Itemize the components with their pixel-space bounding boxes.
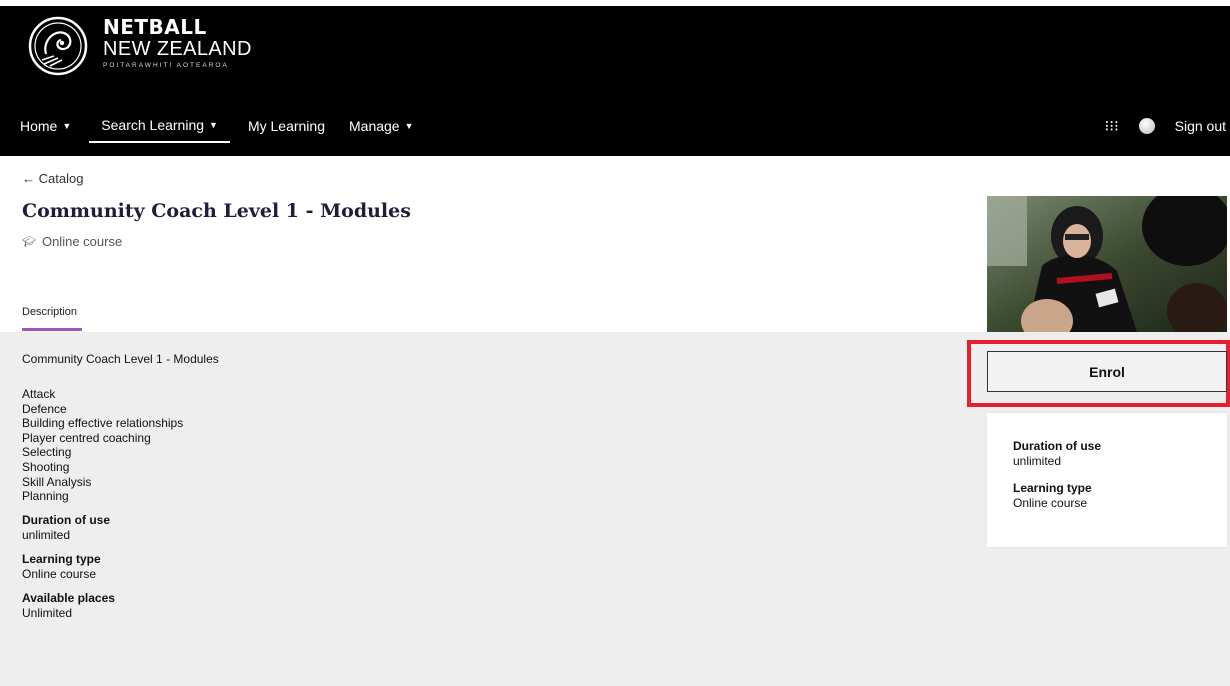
- nav-manage-label: Manage: [349, 118, 400, 134]
- list-item: Shooting: [22, 459, 70, 474]
- top-header: NETBALL NEW ZEALAND POITARAWHITI AOTEARO…: [0, 0, 1230, 156]
- sign-out-link[interactable]: Sign out: [1175, 118, 1226, 134]
- card-gap: [1013, 469, 1201, 481]
- nav-manage[interactable]: Manage ▼: [337, 109, 426, 143]
- brand-line-2: NEW ZEALAND: [103, 38, 252, 60]
- list-item: Attack: [22, 387, 56, 401]
- course-info-card: Duration of use unlimited Learning type …: [987, 413, 1227, 547]
- main-nav: Home ▼ Search Learning ▼ My Learning Man…: [0, 108, 426, 144]
- list-item: Player centred coaching: [22, 430, 151, 445]
- course-type-label: Online course: [41, 234, 123, 249]
- caret-down-icon: ▼: [209, 120, 218, 130]
- app-grid-icon[interactable]: ⁝⁝⁝: [1101, 115, 1123, 137]
- netball-nz-logo-icon[interactable]: [28, 16, 88, 76]
- hero-photo-illustration: [987, 196, 1227, 332]
- card-duration-value: unlimited: [1013, 454, 1062, 468]
- course-type: 🎓︎ Online course: [22, 234, 122, 249]
- brand-wordmark[interactable]: NETBALL NEW ZEALAND POITARAWHITI AOTEARO…: [103, 16, 252, 69]
- card-duration-label: Duration of use: [1013, 439, 1102, 453]
- learning-type-value: Online course: [22, 566, 97, 581]
- course-hero-image: [987, 196, 1227, 332]
- available-places-value: Unlimited: [22, 605, 73, 620]
- description-content: Community Coach Level 1 - Modules Attack…: [22, 352, 219, 621]
- nav-right: ⁝⁝⁝ Sign out: [1101, 108, 1230, 144]
- graduation-cap-icon: 🎓︎: [22, 236, 36, 248]
- available-places-label: Available places: [22, 590, 115, 605]
- user-avatar[interactable]: [1138, 118, 1155, 134]
- list-item: Selecting: [22, 445, 72, 460]
- brand-line-1: NETBALL: [103, 15, 207, 39]
- nav-my-learning[interactable]: My Learning: [236, 109, 337, 143]
- nav-search-learning[interactable]: Search Learning ▼: [89, 109, 230, 143]
- nav-search-learning-label: Search Learning: [101, 117, 205, 133]
- description-heading: Community Coach Level 1 - Modules: [22, 352, 219, 366]
- enrol-button[interactable]: Enrol: [987, 351, 1227, 392]
- course-title: Community Coach Level 1 - Modules: [22, 200, 411, 222]
- duration-value: unlimited: [22, 527, 71, 542]
- nav-home-label: Home: [20, 118, 58, 134]
- nav-home[interactable]: Home ▼: [0, 109, 83, 143]
- caret-down-icon: ▼: [62, 121, 72, 131]
- list-item: Planning: [22, 489, 69, 504]
- brand-line-3: POITARAWHITI AOTEAROA: [103, 62, 229, 69]
- learning-type-label: Learning type: [22, 551, 101, 566]
- learning-type-block: Learning type Online course: [22, 552, 219, 582]
- list-item: Defence: [22, 401, 67, 416]
- available-places-block: Available places Unlimited: [22, 591, 219, 621]
- nav-my-learning-label: My Learning: [247, 118, 325, 134]
- list-item: Building effective relationships: [22, 416, 184, 431]
- back-to-catalog-link[interactable]: ← Catalog: [22, 171, 83, 186]
- card-learning-type-value: Online course: [1013, 496, 1088, 510]
- duration-label: Duration of use: [22, 512, 111, 527]
- caret-down-icon: ▼: [404, 121, 414, 131]
- tab-description[interactable]: Description: [22, 306, 82, 331]
- card-learning-type-label: Learning type: [1013, 481, 1092, 495]
- list-item: Skill Analysis: [22, 474, 92, 489]
- duration-block: Duration of use unlimited: [22, 513, 219, 543]
- module-list: Attack Defence Building effective relati…: [22, 387, 219, 504]
